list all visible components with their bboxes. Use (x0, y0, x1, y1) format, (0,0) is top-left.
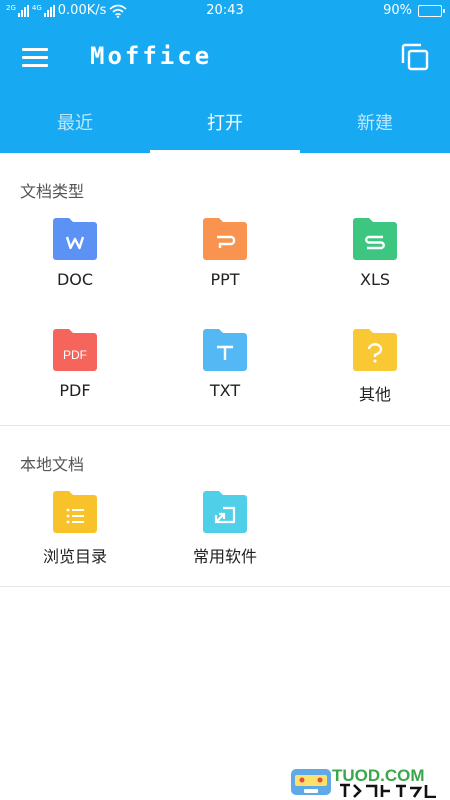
other-type-label: 其他 (358, 385, 391, 404)
doc-type-txt[interactable]: TXT (150, 327, 300, 400)
app-title: Moffice (90, 42, 213, 70)
menu-button[interactable] (22, 46, 48, 68)
watermark-text: TUOD.COM (332, 766, 425, 785)
app-bar: Moffice (0, 24, 450, 92)
menu-icon-line (22, 48, 48, 51)
section-title-doc-types: 文档类型 (20, 182, 85, 201)
status-right: 90% (383, 3, 445, 18)
doc-type-xls[interactable]: XLS (300, 216, 450, 289)
ppt-folder-icon (203, 218, 247, 260)
doc-type-label: DOC (56, 270, 94, 289)
browse-directory-item[interactable]: 浏览目录 (0, 489, 150, 567)
section-title-local-docs: 本地文档 (20, 455, 85, 474)
doc-type-pdf[interactable]: PDF PDF (0, 327, 150, 400)
battery-icon (418, 4, 445, 17)
site-watermark: TUOD.COM (291, 766, 436, 798)
pdf-folder-icon: PDF (53, 329, 97, 371)
status-bar: 2G 4G 0.00K/s 20:43 90% (0, 0, 450, 24)
txt-folder-icon (203, 329, 247, 371)
pdf-glyph: PDF (63, 348, 87, 362)
pdf-type-label: PDF (59, 381, 91, 400)
browse-directory-label: 浏览目录 (42, 547, 107, 566)
doc-folder-icon (53, 218, 97, 260)
battery-percent: 90% (383, 3, 412, 18)
section-divider (0, 425, 450, 426)
menu-icon-line (22, 64, 48, 67)
common-software-item[interactable]: 常用软件 (150, 489, 300, 567)
tab-open[interactable]: 打开 (150, 92, 300, 153)
header: 2G 4G 0.00K/s 20:43 90% Moffice 最近 打开 新建 (0, 0, 450, 153)
tab-recent[interactable]: 最近 (0, 92, 150, 153)
doc-type-other[interactable]: 其他 (300, 327, 450, 405)
list-folder-icon (53, 491, 97, 533)
other-folder-icon (353, 329, 397, 371)
menu-icon-line (22, 56, 48, 59)
txt-type-label: TXT (209, 381, 241, 400)
common-software-label: 常用软件 (192, 547, 257, 566)
ppt-type-label: PPT (210, 270, 240, 289)
copy-icon[interactable] (400, 42, 430, 72)
xls-type-label: XLS (359, 270, 391, 289)
tab-bar: 最近 打开 新建 (0, 92, 450, 153)
doc-type-doc[interactable]: DOC (0, 216, 150, 289)
section-divider (0, 586, 450, 587)
xls-folder-icon (353, 218, 397, 260)
shortcut-folder-icon (203, 491, 247, 533)
tab-new[interactable]: 新建 (300, 92, 450, 153)
doc-type-ppt[interactable]: PPT (150, 216, 300, 289)
